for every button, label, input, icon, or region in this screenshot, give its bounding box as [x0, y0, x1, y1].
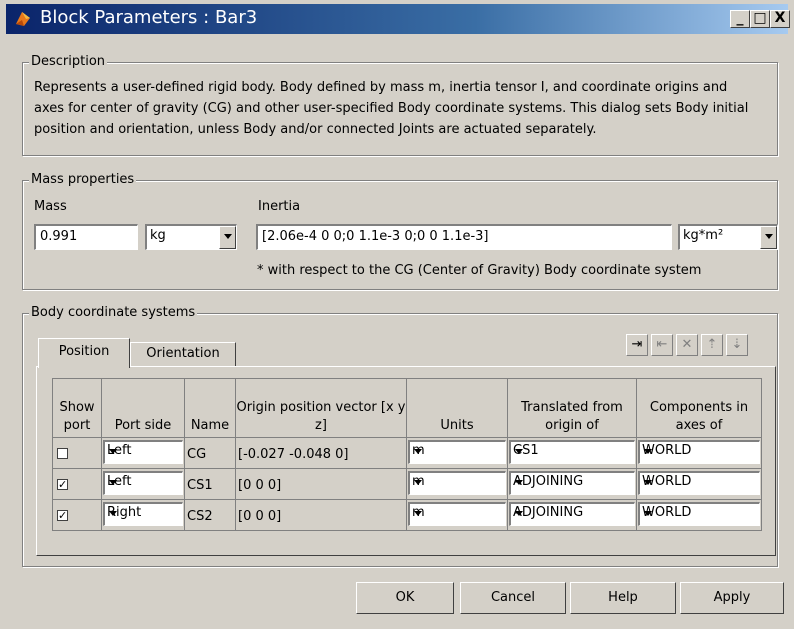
delete-cs-button[interactable]: ✕	[676, 334, 698, 356]
inertia-input[interactable]: [2.06e-4 0 0;0 1.1e-3 0;0 0 1.1e-3]	[256, 224, 672, 250]
origin-vector[interactable]: [0 0 0]	[238, 478, 281, 493]
table-row: ✓ Right CS2 [0 0 0] m ADJOINING WORLD	[52, 499, 762, 531]
description-text: Represents a user-defined rigid body. Bo…	[34, 80, 749, 137]
translated-value: ADJOINING	[513, 474, 584, 489]
title-bar[interactable]: Block Parameters : Bar3 _ □ X	[6, 4, 790, 34]
cs-name[interactable]: CG	[187, 447, 206, 462]
ok-button[interactable]: OK	[356, 582, 454, 614]
dropdown-arrow-icon[interactable]	[760, 226, 777, 249]
cs-name[interactable]: CS1	[187, 478, 213, 493]
translated-select[interactable]: ADJOINING	[509, 471, 635, 495]
description-legend: Description	[29, 54, 108, 69]
show-port-checkbox[interactable]: ✓	[57, 509, 68, 521]
inertia-note: * with respect to the CG (Center of Grav…	[257, 263, 702, 278]
col-show-port: Show port	[52, 378, 102, 438]
table-row: ✓ Left CS1 [0 0 0] m ADJOINING WORLD	[52, 468, 762, 500]
body-cs-legend: Body coordinate systems	[29, 305, 198, 320]
port-side-select[interactable]: Left	[103, 440, 183, 464]
col-origin: Origin position vector [x y z]	[235, 378, 407, 438]
tab-orientation[interactable]: Orientation	[130, 342, 236, 366]
cs-name[interactable]: CS2	[187, 509, 213, 524]
components-select[interactable]: WORLD	[638, 502, 760, 526]
cancel-button[interactable]: Cancel	[460, 582, 566, 614]
origin-vector[interactable]: [0 0 0]	[238, 509, 281, 524]
tab-position[interactable]: Position	[38, 338, 130, 368]
translated-value: ADJOINING	[513, 505, 584, 520]
inertia-label: Inertia	[258, 199, 301, 214]
window-title: Block Parameters : Bar3	[40, 7, 258, 28]
col-translated: Translated from origin of	[507, 378, 637, 438]
col-units: Units	[406, 378, 508, 438]
col-port-side: Port side	[101, 378, 185, 438]
components-select[interactable]: WORLD	[638, 440, 760, 464]
mass-unit-value: kg	[150, 228, 166, 243]
apply-button[interactable]: Apply	[680, 582, 784, 614]
simulink-logo-icon	[16, 12, 30, 26]
show-port-checkbox[interactable]: ✓	[57, 478, 68, 490]
mass-input[interactable]: 0.991	[34, 224, 138, 250]
show-port-checkbox[interactable]	[57, 447, 68, 459]
close-button[interactable]: X	[770, 10, 790, 28]
inertia-unit-value: kg*m²	[683, 228, 724, 243]
mass-properties-legend: Mass properties	[29, 172, 137, 187]
move-down-button[interactable]: ⇣	[726, 334, 748, 356]
port-side-select[interactable]: Right	[103, 502, 183, 526]
col-components: Components in axes of	[636, 378, 762, 438]
cs-table: Show port Port side Name Origin position…	[52, 378, 762, 531]
dropdown-arrow-icon[interactable]	[219, 226, 236, 249]
components-select[interactable]: WORLD	[638, 471, 760, 495]
port-side-select[interactable]: Left	[103, 471, 183, 495]
remove-port-button[interactable]: ⇤	[651, 334, 673, 356]
move-up-button[interactable]: ⇡	[701, 334, 723, 356]
mass-unit-select[interactable]: kg	[145, 224, 237, 250]
mass-label: Mass	[34, 199, 67, 214]
maximize-button[interactable]: □	[750, 10, 770, 28]
inertia-unit-select[interactable]: kg*m²	[678, 224, 778, 250]
help-button[interactable]: Help	[570, 582, 676, 614]
translated-select[interactable]: CS1	[509, 440, 635, 464]
col-name: Name	[184, 378, 236, 438]
minimize-button[interactable]: _	[730, 10, 750, 28]
origin-vector[interactable]: [-0.027 -0.048 0]	[238, 447, 349, 462]
units-select[interactable]: m	[408, 502, 506, 526]
units-select[interactable]: m	[408, 471, 506, 495]
units-select[interactable]: m	[408, 440, 506, 464]
table-row: Left CG [-0.027 -0.048 0] m CS1 WORLD	[52, 437, 762, 469]
translated-select[interactable]: ADJOINING	[509, 502, 635, 526]
add-cs-button[interactable]: ⇥	[626, 334, 648, 356]
